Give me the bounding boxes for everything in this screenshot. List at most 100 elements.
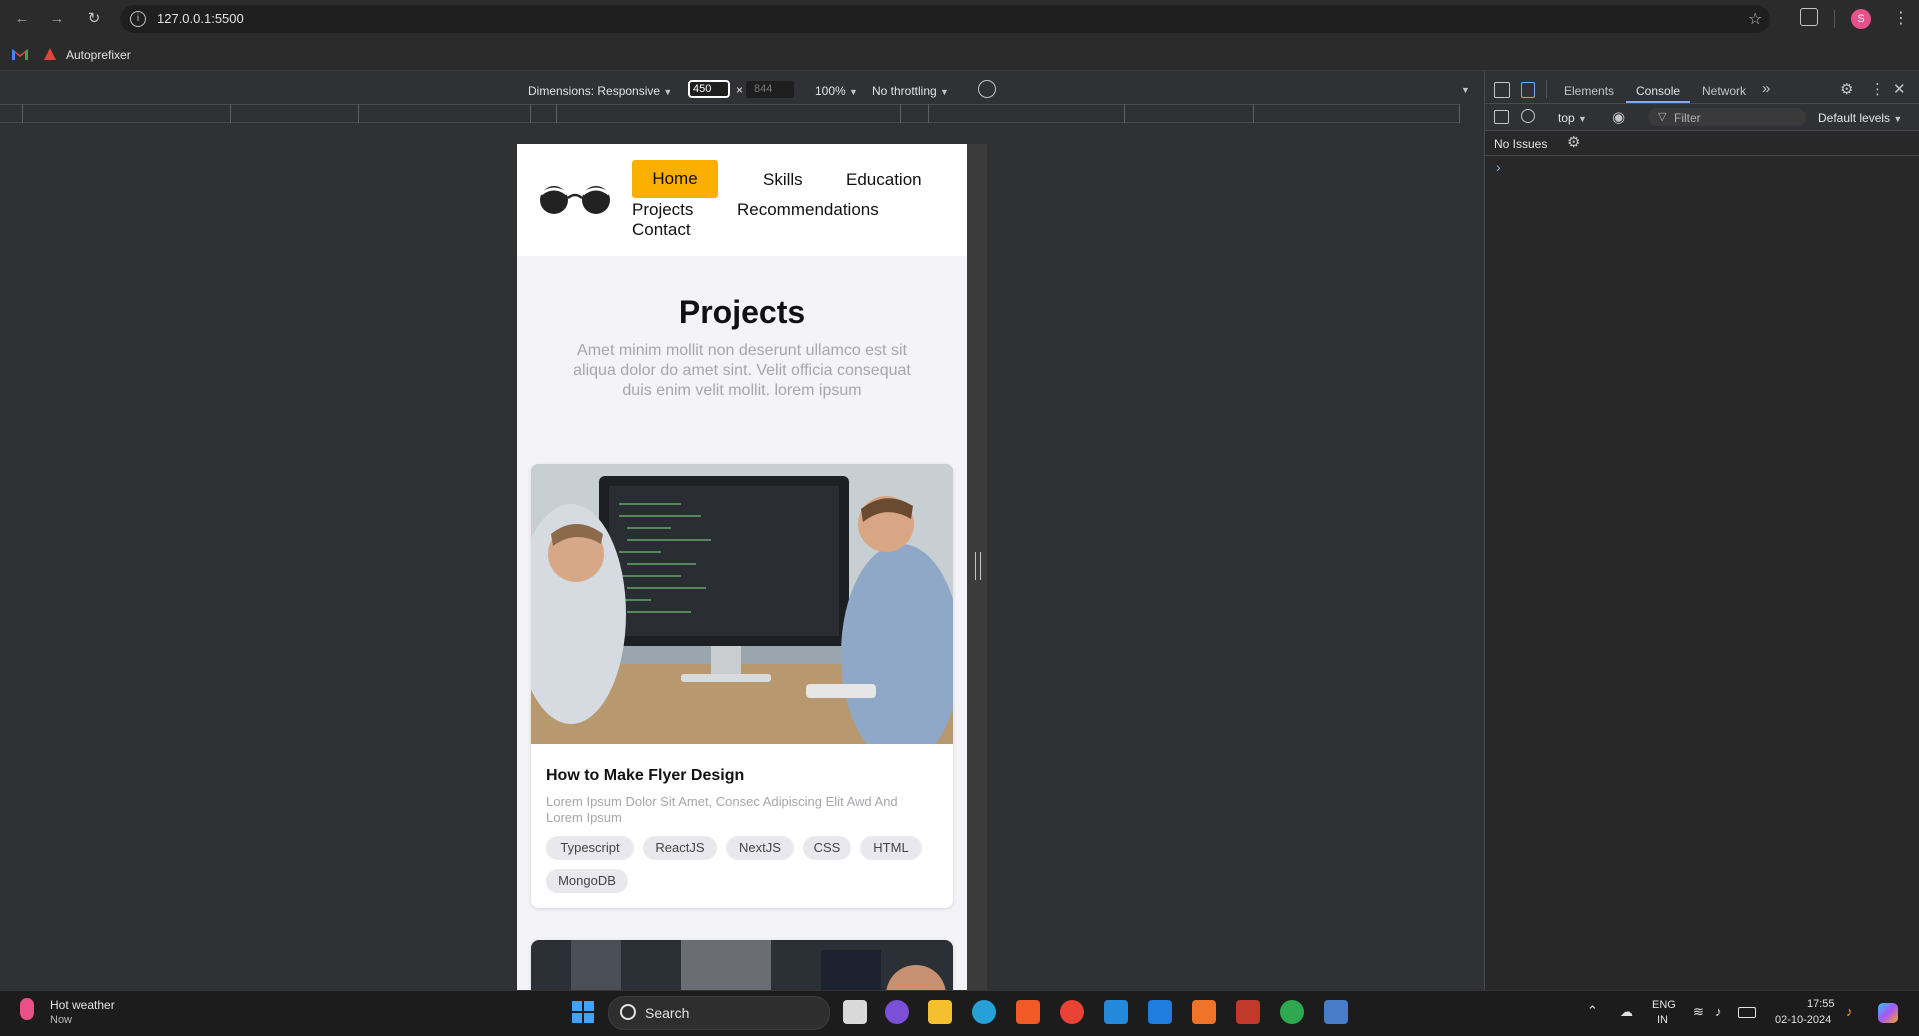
tab-elements[interactable]: Elements [1564,84,1614,98]
rotate-icon[interactable] [978,80,996,98]
search-label: Search [645,1005,690,1021]
region-label: IN [1657,1014,1668,1026]
media-query-ruler[interactable] [0,104,1460,123]
throttling-select[interactable]: No throttling ▼ [872,84,949,98]
task-view-icon[interactable] [843,1000,867,1024]
back-icon[interactable]: ← [12,9,32,29]
chevron-down-icon: ▼ [1578,114,1587,124]
calculator-icon[interactable] [1324,1000,1348,1024]
clear-console-icon[interactable] [1521,109,1535,123]
profile-avatar[interactable]: S [1851,9,1871,29]
project-card[interactable] [531,940,953,990]
tag-chip: MongoDB [546,869,628,893]
console-prompt[interactable]: › [1496,159,1501,175]
devtools-menu-icon[interactable]: ⋮ [1870,80,1885,98]
filter-funnel-icon: ▽ [1658,111,1667,123]
height-input[interactable]: 844 [746,81,794,98]
tag-chip: HTML [860,836,922,860]
log-levels-select[interactable]: Default levels ▼ [1818,111,1902,125]
xbox-icon[interactable] [1280,1000,1304,1024]
vscode-icon[interactable] [1104,1000,1128,1024]
resize-handle[interactable] [975,552,981,580]
site-info-icon[interactable]: i [130,11,146,27]
weather-thermometer-icon[interactable] [20,998,34,1020]
device-options-chevron-icon[interactable]: ▼ [1461,85,1470,95]
tab-network[interactable]: Network [1702,84,1746,98]
width-input[interactable]: 450 [688,80,730,98]
issues-label[interactable]: No Issues [1494,137,1547,151]
chevron-down-icon: ▼ [663,87,673,97]
app-icon[interactable] [1236,1000,1260,1024]
context-select[interactable]: top ▼ [1558,111,1587,125]
tag-chip: CSS [803,836,851,860]
glasses-logo-icon[interactable] [539,182,611,216]
app-icon[interactable] [885,1000,909,1024]
filter-placeholder: Filter [1674,111,1701,125]
inspect-element-icon[interactable] [1494,82,1510,98]
more-tabs-icon[interactable]: » [1762,80,1770,97]
chevron-up-icon[interactable]: ⌃ [1587,1003,1598,1019]
wifi-icon[interactable]: ≋ [1693,1004,1704,1020]
weather-subtitle: Now [50,1014,73,1026]
device-toggle-icon[interactable] [1521,82,1535,98]
filter-input[interactable] [1648,108,1806,126]
nav-recommendations-link[interactable]: Recommendations [737,200,879,220]
project-image [531,464,953,744]
section-subtitle: Amet minim mollit non deserunt ullamco e… [573,342,911,399]
url-text[interactable]: 127.0.0.1:5500 [157,11,244,26]
browser-menu-icon[interactable]: ⋮ [1893,8,1909,28]
copilot-icon[interactable] [1878,1003,1898,1023]
brave-icon[interactable] [1016,1000,1040,1024]
zoom-label: 100% [815,84,846,98]
ruler-tick [928,104,929,123]
nav-education-link[interactable]: Education [846,170,922,190]
tab-console[interactable]: Console [1636,84,1680,98]
address-bar[interactable]: i 127.0.0.1:5500 [120,5,1770,33]
times-sign: × [736,83,744,97]
weather-title[interactable]: Hot weather [50,998,115,1012]
nav-home-link[interactable]: Home [632,160,718,198]
live-expression-eye-icon[interactable]: ◉ [1612,108,1625,126]
dimensions-select[interactable]: Dimensions: Responsive ▼ [528,84,672,98]
taskbar-search[interactable] [608,996,830,1030]
forward-icon[interactable]: → [47,9,67,29]
tag-chip: ReactJS [643,836,717,860]
windows-start-icon[interactable] [572,1001,594,1023]
xampp-icon[interactable] [1192,1000,1216,1024]
file-explorer-icon[interactable] [928,1000,952,1024]
reload-icon[interactable]: ↻ [84,9,104,29]
extensions-icon[interactable] [1800,8,1818,26]
bookmark-autoprefixer[interactable]: Autoprefixer [66,48,131,62]
clock-time[interactable]: 17:55 [1807,998,1835,1010]
ruler-tick [22,104,23,123]
project-description: Lorem Ipsum Dolor Sit Amet, Consec Adipi… [546,794,898,825]
console-settings-gear-icon[interactable]: ⚙ [1567,133,1580,151]
bookmarks-bar [0,38,1919,71]
store-icon[interactable] [1148,1000,1172,1024]
settings-gear-icon[interactable]: ⚙ [1840,80,1853,98]
active-tab-indicator [1626,101,1690,103]
nav-contact-link[interactable]: Contact [632,220,691,240]
nav-skills-link[interactable]: Skills [763,170,803,190]
zoom-select[interactable]: 100% ▼ [815,84,858,98]
devtools-panel [1484,71,1919,990]
chrome-icon[interactable] [1060,1000,1084,1024]
nav-projects-link[interactable]: Projects [632,200,693,220]
language-label[interactable]: ENG [1652,999,1676,1011]
ruler-tick [358,104,359,123]
autoprefixer-icon [44,48,56,60]
gmail-icon[interactable] [12,48,28,60]
sidebar-toggle-icon[interactable] [1494,110,1509,124]
project-title[interactable]: How to Make Flyer Design [546,767,744,785]
issues-bar [1485,131,1919,156]
project-card[interactable]: How to Make Flyer Design Lorem Ipsum Dol… [531,464,953,908]
cloud-off-icon[interactable]: ☁ [1620,1004,1633,1020]
volume-icon[interactable]: ♪ [1715,1004,1722,1019]
notification-bell-icon[interactable]: ♪ [1846,1004,1853,1019]
battery-icon[interactable] [1738,1007,1756,1018]
close-icon[interactable]: ✕ [1893,80,1906,98]
clock-date[interactable]: 02-10-2024 [1775,1014,1831,1026]
toolbar-divider [1834,10,1835,28]
edge-icon[interactable] [972,1000,996,1024]
bookmark-star-icon[interactable]: ☆ [1748,9,1762,29]
